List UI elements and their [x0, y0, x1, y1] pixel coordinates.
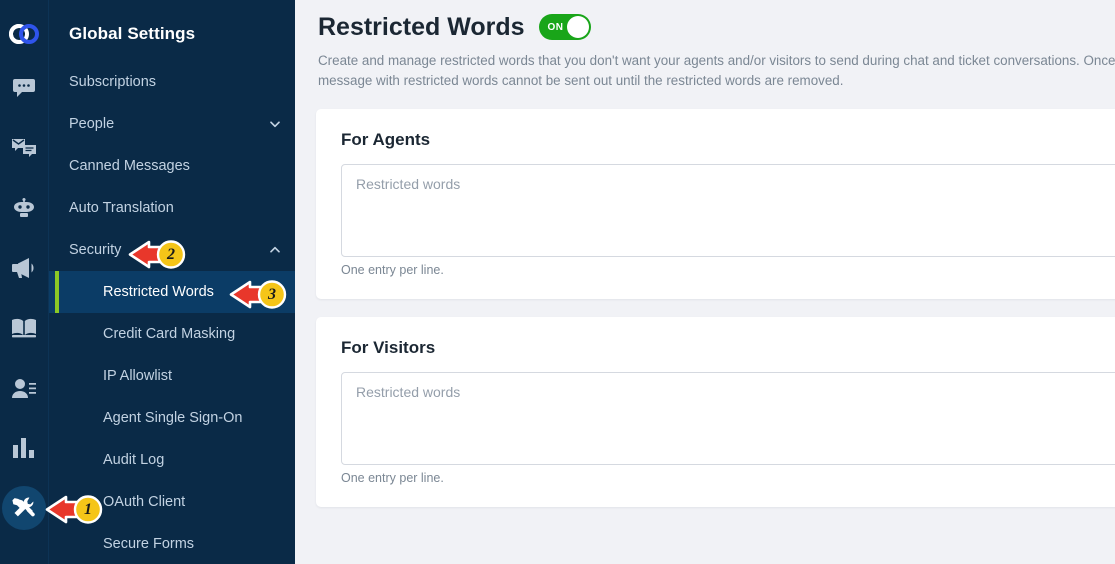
sidebar-item-subscriptions[interactable]: Subscriptions — [48, 61, 295, 103]
ticket-messaging-icon[interactable] — [0, 126, 48, 170]
sidebar-menu-list: Subscriptions People Canned Messages Aut… — [48, 61, 295, 564]
sidebar-item-restricted-words[interactable]: Restricted Words — [48, 271, 295, 313]
sidebar-item-label: Credit Card Masking — [103, 326, 236, 342]
agents-input-hint: One entry per line. — [341, 263, 444, 277]
sidebar-item-label: People — [69, 116, 115, 132]
chevron-down-icon[interactable] — [269, 118, 281, 130]
chat-icon[interactable] — [0, 66, 48, 110]
campaign-megaphone-icon[interactable] — [0, 246, 48, 290]
page-title-row: Restricted Words ON — [318, 12, 1115, 42]
sidebar-item-label: Secure Forms — [103, 536, 195, 552]
sidebar-item-label: Restricted Words — [103, 284, 214, 300]
sidebar-item-label: Agent Single Sign-On — [103, 410, 243, 426]
page-title: Restricted Words — [318, 13, 525, 41]
sidebar-item-oauth-client[interactable]: OAuth Client — [48, 481, 295, 523]
card-title: For Agents — [341, 130, 431, 149]
card-title: For Visitors — [341, 338, 436, 357]
sidebar-item-label: Audit Log — [103, 452, 165, 468]
sidebar-item-label: Canned Messages — [69, 158, 190, 174]
sidebar-item-audit-log[interactable]: Audit Log — [48, 439, 295, 481]
for-agents-card: For Agents One entry per line. — [316, 109, 1115, 299]
chevron-up-icon[interactable] — [269, 244, 281, 256]
contacts-icon[interactable] — [0, 366, 48, 410]
sidebar-item-auto-translation[interactable]: Auto Translation — [48, 187, 295, 229]
sidebar-item-canned-messages[interactable]: Canned Messages — [48, 145, 295, 187]
sidebar-item-agent-single-sign-on[interactable]: Agent Single Sign-On — [48, 397, 295, 439]
global-settings-tools-icon[interactable] — [0, 486, 48, 530]
page-header: Restricted Words ON Create and manage re… — [295, 0, 1115, 91]
for-visitors-card: For Visitors One entry per line. — [316, 317, 1115, 507]
sidebar-item-security[interactable]: Security — [48, 229, 295, 271]
visitors-restricted-words-input[interactable] — [341, 372, 1115, 465]
page-description: Create and manage restricted words that … — [318, 53, 1115, 88]
sidebar-item-people[interactable]: People — [48, 103, 295, 145]
agents-restricted-words-input[interactable] — [341, 164, 1115, 257]
global-settings-sidebar: Global Settings Subscriptions People Can… — [48, 0, 295, 564]
sidebar-item-ip-allowlist[interactable]: IP Allowlist — [48, 355, 295, 397]
sidebar-item-secure-forms[interactable]: Secure Forms — [48, 523, 295, 564]
toggle-knob — [566, 16, 589, 38]
main-content: Restricted Words ON Create and manage re… — [295, 0, 1115, 564]
toggle-state-label: ON — [547, 21, 564, 33]
sidebar-item-label: Subscriptions — [69, 74, 157, 90]
sidebar-item-label: Auto Translation — [69, 200, 174, 216]
comm100-logo[interactable] — [0, 16, 48, 52]
sidebar-title: Global Settings — [69, 24, 196, 43]
bot-icon[interactable] — [0, 186, 48, 230]
sidebar-item-label: Security — [69, 242, 122, 258]
visitors-input-hint: One entry per line. — [341, 471, 444, 485]
sidebar-item-credit-card-masking[interactable]: Credit Card Masking — [48, 313, 295, 355]
knowledge-base-book-icon[interactable] — [0, 306, 48, 350]
sidebar-item-label: IP Allowlist — [103, 368, 173, 384]
app-icon-rail — [0, 0, 49, 564]
sidebar-item-label: OAuth Client — [103, 494, 186, 510]
restricted-words-toggle[interactable]: ON — [538, 14, 591, 40]
reports-bar-chart-icon[interactable] — [0, 426, 48, 470]
